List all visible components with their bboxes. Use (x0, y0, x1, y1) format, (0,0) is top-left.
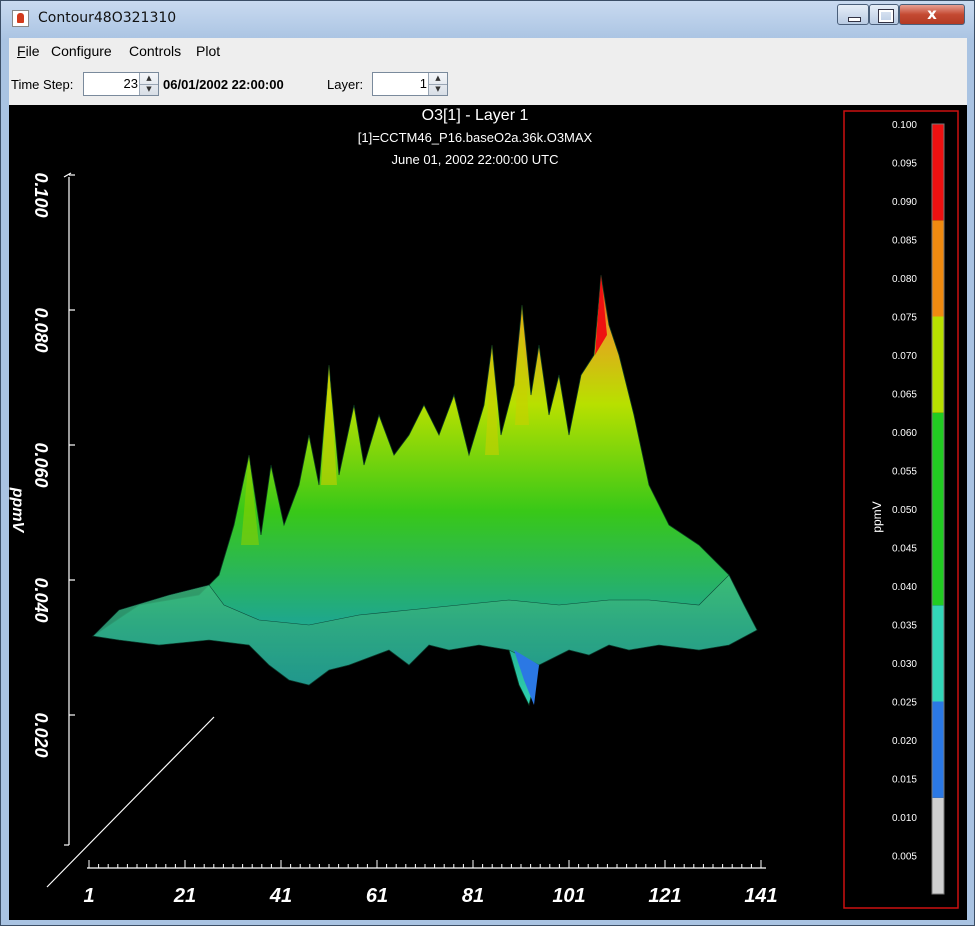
legend-band-0 (932, 797, 944, 894)
x-axis-tick-label: 141 (744, 885, 777, 907)
z-axis-tick-label: 0.040 (31, 577, 51, 622)
x-axis-tick-label: 101 (552, 885, 585, 907)
spin-down-icon[interactable]: ▼ (429, 84, 447, 95)
legend-tick-label: 0.090 (892, 197, 917, 208)
layer-label: Layer: (327, 77, 364, 92)
surface-render (91, 274, 758, 707)
z-axis-tick-label: 0.100 (31, 172, 51, 217)
java-app-icon (12, 10, 29, 27)
legend-band-3 (932, 412, 944, 606)
z-axis-tick-label: 0.060 (31, 442, 51, 487)
legend-band-6 (932, 124, 944, 221)
time-step-spinner[interactable]: 23 ▲ ▼ (83, 72, 159, 96)
color-legend: 0.100 0.095 0.090 0.085 0.080 0.075 0.070 0.065… (843, 110, 959, 909)
x-axis-tick-label: 61 (366, 885, 388, 907)
legend-tick-label: 0.025 (892, 698, 917, 709)
legend-band-4 (932, 316, 944, 413)
time-step-label: Time Step: (11, 77, 74, 92)
x-axis-tick-label: 121 (648, 885, 681, 907)
legend-tick-label: 0.100 (892, 120, 917, 131)
legend-band-2 (932, 605, 944, 702)
z-axis-tick-label: 0.020 (31, 712, 51, 757)
window-title: Contour48O321310 (38, 10, 177, 26)
client-area: File Configure Controls Plot Time Step: … (9, 38, 967, 920)
legend-tick-label: 0.055 (892, 467, 917, 478)
legend-tick-label: 0.050 (892, 505, 917, 516)
legend-tick-label: 0.075 (892, 313, 917, 324)
x-axis-tick-label: 1 (83, 885, 94, 907)
legend-band-5 (932, 220, 944, 317)
legend-tick-label: 0.085 (892, 236, 917, 247)
legend-tick-label: 0.060 (892, 428, 917, 439)
menu-bar: File Configure Controls Plot (9, 38, 967, 65)
menu-file-mnemonic: F (17, 43, 26, 59)
menu-file[interactable]: File (17, 43, 40, 59)
toolbar: Time Step: 23 ▲ ▼ 06/01/2002 22:00:00 La… (9, 65, 967, 105)
legend-tick-label: 0.010 (892, 813, 917, 824)
depth-axis (46, 716, 215, 888)
x-axis: 1 21 41 61 81 101 121 141 (83, 860, 778, 907)
legend-tick-label: 0.035 (892, 621, 917, 632)
minimize-icon[interactable] (837, 4, 869, 25)
legend-tick-label: 0.015 (892, 775, 917, 786)
legend-tick-label: 0.005 (892, 852, 917, 863)
x-axis-tick-label: 21 (173, 885, 196, 907)
legend-tick-label: 0.065 (892, 390, 917, 401)
z-axis-tick-labels: 0.020 0.040 0.060 0.080 0.100 ppmV (9, 172, 75, 758)
legend-tick-label: 0.070 (892, 351, 917, 362)
layer-spin-buttons: ▲ ▼ (428, 73, 447, 95)
layer-value[interactable]: 1 (420, 76, 427, 91)
x-axis-tick-label: 41 (269, 885, 292, 907)
menu-file-rest: ile (25, 43, 40, 59)
x-axis-tick-label: 81 (462, 885, 484, 907)
layer-spinner[interactable]: 1 ▲ ▼ (372, 72, 448, 96)
legend-tick-label: 0.040 (892, 582, 917, 593)
time-step-value[interactable]: 23 (124, 76, 138, 91)
application-window: Contour48O321310 x File Configure Contro… (0, 0, 975, 926)
current-datetime: 06/01/2002 22:00:00 (163, 77, 284, 92)
legend-tick-label: 0.095 (892, 159, 917, 170)
menu-controls[interactable]: Controls (129, 43, 181, 59)
z-axis-label: ppmV (9, 487, 26, 534)
time-step-spin-buttons: ▲ ▼ (139, 73, 158, 95)
menu-plot[interactable]: Plot (196, 43, 220, 59)
legend-tick-label: 0.030 (892, 659, 917, 670)
z-axis (63, 172, 72, 846)
menu-configure[interactable]: Configure (51, 43, 112, 59)
plot-canvas[interactable]: O3[1] - Layer 1 [1]=CCTM46_P16.baseO2a.3… (9, 105, 967, 920)
z-axis-tick-label: 0.080 (31, 307, 51, 352)
maximize-icon[interactable] (869, 4, 899, 25)
spin-down-icon[interactable]: ▼ (140, 84, 158, 95)
legend-tick-label: 0.045 (892, 544, 917, 555)
title-bar[interactable]: Contour48O321310 x (1, 1, 974, 35)
legend-unit-label: ppmV (870, 501, 884, 532)
surface-plot-svg: 1 21 41 61 81 101 121 141 0.1000.0950.0900.0850… (9, 110, 959, 909)
legend-tick-label: 0.020 (892, 736, 917, 747)
legend-tick-label: 0.080 (892, 274, 917, 285)
close-button[interactable]: x (899, 4, 965, 25)
close-icon: x (927, 5, 937, 23)
legend-band-1 (932, 701, 944, 798)
